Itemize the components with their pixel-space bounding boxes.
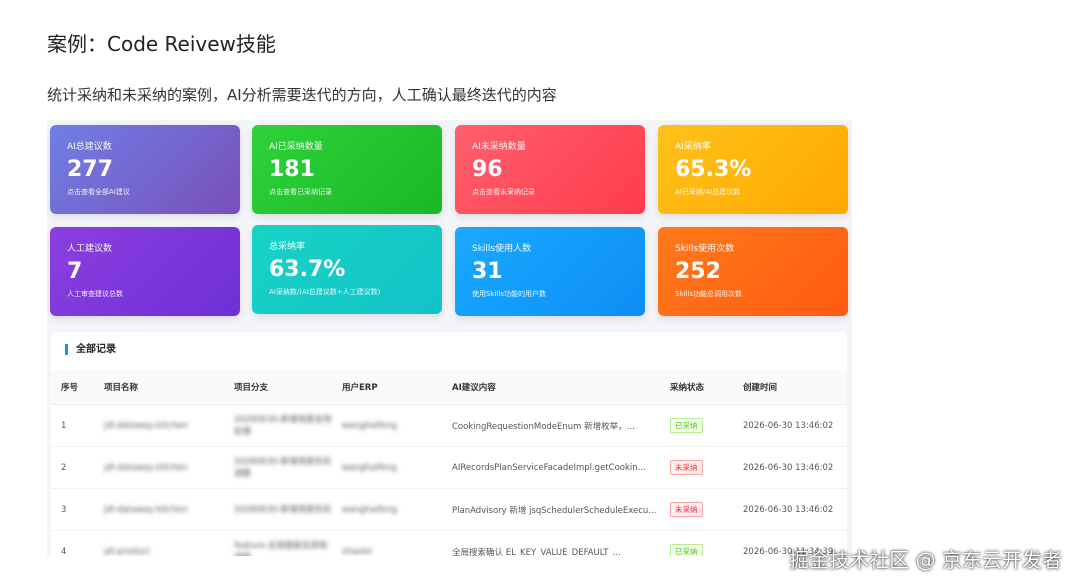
cell-suggestion: AIRecordsPlanServiceFacadeImpl.getCookin… <box>442 446 660 489</box>
card-subtitle: AI采纳数/(AI总建议数+人工建议数) <box>269 288 381 296</box>
cell-time: 2026-06-30 13:46:02 <box>733 404 847 447</box>
page-subtitle: 统计采纳和未采纳的案例，AI分析需要迭代的方向，人工确认最终迭代的内容 <box>47 86 557 104</box>
card-skills-usage-count: Skills使用次数 252 Skills功能总调用次数 <box>658 227 848 316</box>
table-row[interactable]: 1 jdl-dataway-kitchen 20260630-新增场景支持处理 … <box>51 404 847 447</box>
cell-suggestion: CookingRequestionModeEnum 新增枚举，... <box>442 404 660 447</box>
cell-branch: 20260630-新增场景支持处理 <box>224 404 332 447</box>
records-title: 全部记录 <box>65 344 116 355</box>
cell-branch: 20260630-新增场景优化调整 <box>224 446 332 489</box>
cell-time: 2026-06-30 13:46:02 <box>733 488 847 531</box>
cell-suggestion: 全局搜索确认 EL_KEY_VALUE_DEFAULT_... <box>442 530 660 556</box>
column-header-no: 序号 <box>51 370 94 405</box>
card-total-adoption-rate: 总采纳率 63.7% AI采纳数/(AI总建议数+人工建议数) <box>252 225 442 314</box>
status-badge: 未采纳 <box>670 502 703 517</box>
card-subtitle: Skills功能总调用次数 <box>675 290 742 298</box>
card-value: 63.7% <box>269 257 346 282</box>
card-subtitle: 人工审查建议总数 <box>67 290 123 298</box>
cell-status: 未采纳 <box>660 488 733 531</box>
column-header-status: 采纳状态 <box>660 370 733 405</box>
cell-erp: wanghaifeng <box>332 404 442 447</box>
card-title: Skills使用次数 <box>675 244 735 254</box>
cell-project: jdl-product <box>94 530 224 556</box>
card-value: 277 <box>67 157 113 182</box>
table-header-row: 序号 项目名称 项目分支 用户ERP AI建议内容 采纳状态 创建时间 <box>51 370 847 405</box>
card-title: AI采纳率 <box>675 142 711 152</box>
card-title: Skills使用人数 <box>472 244 532 254</box>
card-ai-adoption-rate: AI采纳率 65.3% AI已采纳/AI总建议数 <box>658 125 848 214</box>
cell-erp: zhaolei <box>332 530 442 556</box>
card-value: 7 <box>67 259 83 284</box>
card-title: AI未采纳数量 <box>472 142 526 152</box>
records-panel: 全部记录 序号 项目名称 项目分支 用户ERP AI建议内容 采纳状态 创建时间 <box>51 332 847 556</box>
status-badge: 已采纳 <box>670 418 703 433</box>
card-skills-users: Skills使用人数 31 使用Skills功能的用户数 <box>455 227 645 316</box>
column-header-time: 创建时间 <box>733 370 847 405</box>
cell-erp: wanghaifeng <box>332 488 442 531</box>
card-ai-total-suggestions[interactable]: AI总建议数 277 点击查看全部AI建议 <box>50 125 240 214</box>
dashboard-screenshot: AI总建议数 277 点击查看全部AI建议 AI已采纳数量 181 点击查看已采… <box>47 120 852 556</box>
table-row[interactable]: 2 jdl-dataway-kitchen 20260630-新增场景优化调整 … <box>51 446 847 489</box>
records-table: 序号 项目名称 项目分支 用户ERP AI建议内容 采纳状态 创建时间 1 jd… <box>51 370 847 556</box>
column-header-erp: 用户ERP <box>332 370 442 405</box>
card-subtitle: 使用Skills功能的用户数 <box>472 290 546 298</box>
table-row[interactable]: 3 jdl-dataway-kitchen 20260630-新增场景优化 wa… <box>51 488 847 531</box>
column-header-suggestion: AI建议内容 <box>442 370 660 405</box>
card-subtitle: AI已采纳/AI总建议数 <box>675 188 741 196</box>
cell-status: 已采纳 <box>660 404 733 447</box>
card-title: AI总建议数 <box>67 142 112 152</box>
status-badge: 已采纳 <box>670 544 703 556</box>
cell-project: jdl-dataway-kitchen <box>94 488 224 531</box>
page-title: 案例：Code Reivew技能 <box>47 32 276 56</box>
cell-suggestion: PlanAdvisory 新增 jsqSchedulerScheduleExec… <box>442 488 660 531</box>
cell-no: 2 <box>51 446 94 489</box>
cell-status: 未采纳 <box>660 446 733 489</box>
card-subtitle: 点击查看未采纳记录 <box>472 188 535 196</box>
cell-branch: feature-全局搜索及其他调整 <box>224 530 332 556</box>
cell-project: jdl-dataway-kitchen <box>94 404 224 447</box>
card-value: 181 <box>269 157 315 182</box>
cell-time: 2026-06-30 13:46:02 <box>733 446 847 489</box>
card-value: 252 <box>675 259 721 284</box>
status-badge: 未采纳 <box>670 460 703 475</box>
cell-branch: 20260630-新增场景优化 <box>224 488 332 531</box>
column-header-branch: 项目分支 <box>224 370 332 405</box>
card-manual-suggestions: 人工建议数 7 人工审查建议总数 <box>50 227 240 316</box>
card-title: 总采纳率 <box>269 242 306 252</box>
card-subtitle: 点击查看全部AI建议 <box>67 188 130 196</box>
table-row[interactable]: 4 jdl-product feature-全局搜索及其他调整 zhaolei … <box>51 530 847 556</box>
card-value: 65.3% <box>675 157 752 182</box>
cell-project: jdl-dataway-kitchen <box>94 446 224 489</box>
cell-no: 4 <box>51 530 94 556</box>
watermark: 掘金技术社区 @ 京东云开发者 <box>789 548 1062 572</box>
card-ai-adopted-count[interactable]: AI已采纳数量 181 点击查看已采纳记录 <box>252 125 442 214</box>
column-header-project: 项目名称 <box>94 370 224 405</box>
card-value: 96 <box>472 157 503 182</box>
card-subtitle: 点击查看已采纳记录 <box>269 188 332 196</box>
card-title: AI已采纳数量 <box>269 142 323 152</box>
card-value: 31 <box>472 259 503 284</box>
cell-no: 3 <box>51 488 94 531</box>
cell-status: 已采纳 <box>660 530 733 556</box>
cell-erp: wanghaifeng <box>332 446 442 489</box>
cell-no: 1 <box>51 404 94 447</box>
card-ai-not-adopted-count[interactable]: AI未采纳数量 96 点击查看未采纳记录 <box>455 125 645 214</box>
card-title: 人工建议数 <box>67 244 113 254</box>
